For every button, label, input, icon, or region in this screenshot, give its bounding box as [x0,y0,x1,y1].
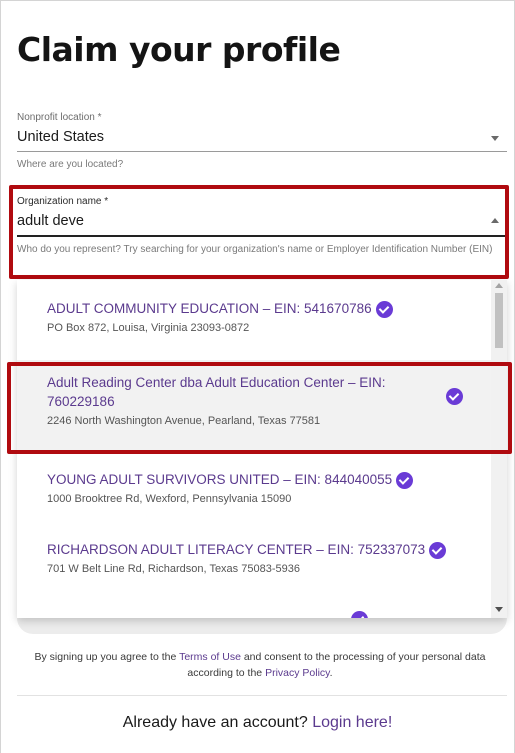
location-label: Nonprofit location * [17,112,102,123]
divider [17,695,507,696]
chevron-up-icon[interactable] [491,218,499,223]
privacy-policy-link[interactable]: Privacy Policy [265,667,330,679]
login-link[interactable]: Login here! [312,714,392,731]
organization-underline [17,235,507,237]
result-address: 701 W Belt Line Rd, Richardson, Texas 75… [47,562,300,575]
login-prompt: Already have an account? Login here! [0,714,515,732]
terms-suffix: . [329,666,333,679]
verified-check-icon [375,300,393,318]
organization-input[interactable]: adult deve [17,213,507,229]
organization-label: Organization name * [17,196,109,207]
scroll-up-arrow-icon[interactable] [495,283,503,288]
result-item[interactable]: YOUNG ADULT SURVIVORS UNITED – EIN: 8440… [17,471,491,531]
result-address: 1000 Brooktree Rd, Wexford, Pennsylvania… [47,492,292,505]
result-address: 2246 North Washington Avenue, Pearland, … [47,414,321,427]
location-underline [17,151,507,152]
result-title: RICHARDSON ADULT LITERACY CENTER – EIN: … [47,542,426,557]
result-title: Adult Reading Center dba Adult Education… [47,375,386,409]
login-prefix: Already have an account? [122,714,313,731]
location-value[interactable]: United States [17,129,507,145]
result-item[interactable]: RICHARDSON ADULT LITERACY CENTER – EIN: … [17,541,491,601]
organization-help: Who do you represent? Try searching for … [17,243,493,255]
verified-check-icon [446,388,463,405]
results-scrollbar[interactable] [491,280,507,618]
organization-results-list[interactable]: ADULT COMMUNITY EDUCATION – EIN: 5416707… [17,280,507,618]
scroll-down-arrow-icon[interactable] [495,607,503,612]
location-help: Where are you located? [17,159,124,170]
terms-text: By signing up you agree to the Terms of … [20,650,500,682]
result-title: ADULT COMMUNITY EDUCATION – EIN: 5416707… [47,301,372,316]
verified-check-icon [429,541,447,559]
page-title: Claim your profile [17,30,341,69]
verified-check-icon-partial [351,611,368,618]
verified-check-icon [396,471,414,489]
result-title: YOUNG ADULT SURVIVORS UNITED – EIN: 8440… [47,472,393,487]
scroll-thumb[interactable] [495,293,503,348]
organization-field[interactable]: Organization name * adult deve Who do yo… [17,196,507,257]
result-item-selected[interactable]: Adult Reading Center dba Adult Education… [17,360,491,450]
location-field[interactable]: Nonprofit location * United States Where… [17,112,507,173]
terms-prefix: By signing up you agree to the [34,651,180,663]
result-address: PO Box 872, Louisa, Virginia 23093-0872 [47,321,250,334]
chevron-down-icon[interactable] [491,136,499,141]
terms-of-use-link[interactable]: Terms of Use [179,651,241,663]
